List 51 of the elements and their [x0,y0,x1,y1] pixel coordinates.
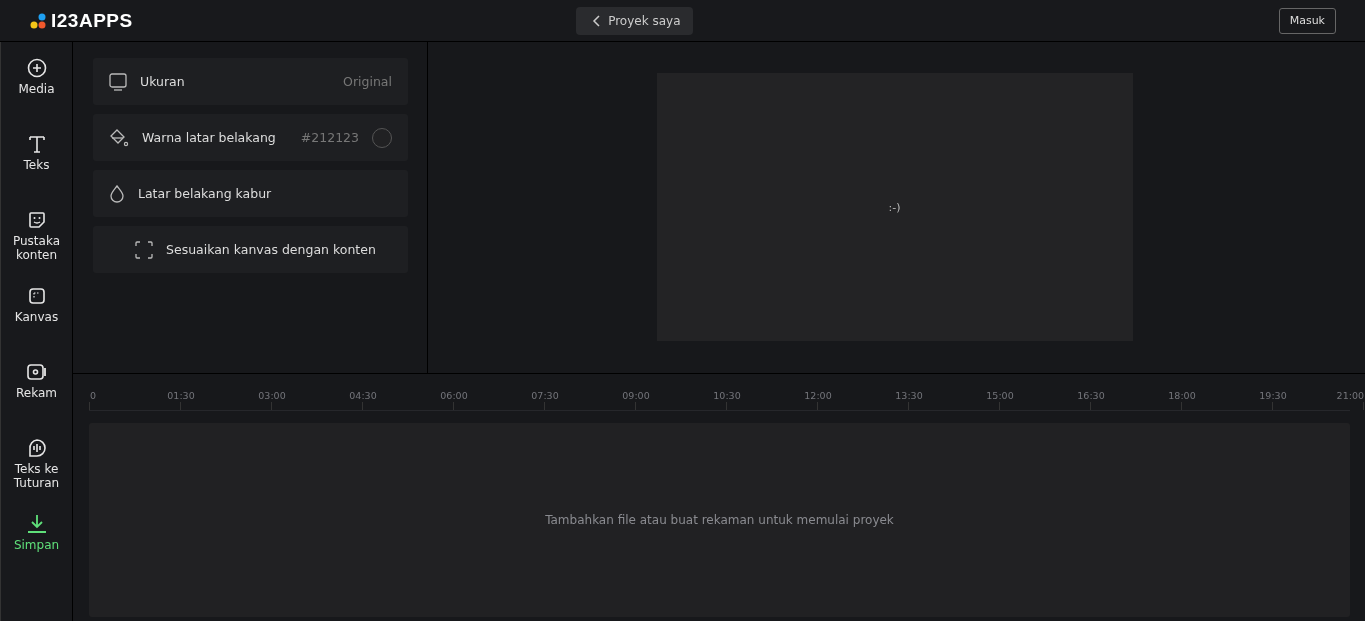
time-label: 16:30 [1077,390,1105,401]
fit-frame-icon [135,240,153,259]
sidebar-item[interactable]: Teks [1,134,72,210]
setting-label: Ukuran [140,74,186,89]
paint-bucket-icon [109,128,129,147]
time-label: 21:00 [1336,390,1364,401]
time-label: 04:30 [349,390,377,401]
time-label: 18:00 [1168,390,1196,401]
sidebar-item[interactable]: Rekam [1,362,72,438]
sidebar-item[interactable]: Teks ke Tuturan [1,438,72,514]
chevron-left-icon [592,14,603,27]
time-label: 03:00 [258,390,286,401]
setting-value: #212123 [300,130,359,145]
time-label: 12:00 [804,390,832,401]
time-label: 07:30 [531,390,559,401]
setting-label: Latar belakang kabur [138,186,273,201]
sidebar-item[interactable]: Media [1,58,72,134]
setting-label: Warna latar belakang [142,130,277,145]
back-button[interactable]: Proyek saya [576,6,693,35]
settings-row[interactable]: Ukuran Original [93,58,408,105]
canvas-icon [26,286,47,306]
speech-bubble-icon [26,438,47,458]
settings-row[interactable]: Warna latar belakang #212123 [93,114,408,161]
settings-row[interactable]: Latar belakang kabur [93,170,408,217]
time-label: 19:30 [1259,390,1287,401]
camera-icon [25,362,48,382]
color-swatch[interactable] [372,127,392,148]
text-icon [26,134,47,154]
setting-label: Sesuaikan kanvas dengan konten [166,242,377,257]
time-label: 0 [90,390,97,401]
time-label: 15:00 [986,390,1014,401]
time-label: 06:00 [440,390,468,401]
time-label: 09:00 [622,390,650,401]
sidebar-item[interactable]: Kanvas [1,286,72,362]
logo-text[interactable]: I23APPS [51,9,133,32]
empty-message: Tambahkan file atau buat rekaman untuk memulai proyek [545,513,894,527]
sticker-icon [26,210,47,230]
plus-circle-icon [26,58,47,78]
time-label: 10:30 [713,390,741,401]
login-button[interactable]: Masuk [1278,7,1336,34]
time-label: 13:30 [895,390,923,401]
download-icon [25,514,48,534]
setting-value: Original [343,74,392,89]
logo-dots-icon [30,12,48,29]
drop-icon [109,184,125,203]
time-label: 01:30 [167,390,195,401]
settings-row[interactable]: Sesuaikan kanvas dengan konten [93,226,408,273]
sidebar-item[interactable]: Pustaka konten [1,210,72,286]
sidebar-item[interactable]: Simpan [1,514,72,590]
canvas-text: :-) [888,200,901,214]
monitor-icon [109,72,127,91]
